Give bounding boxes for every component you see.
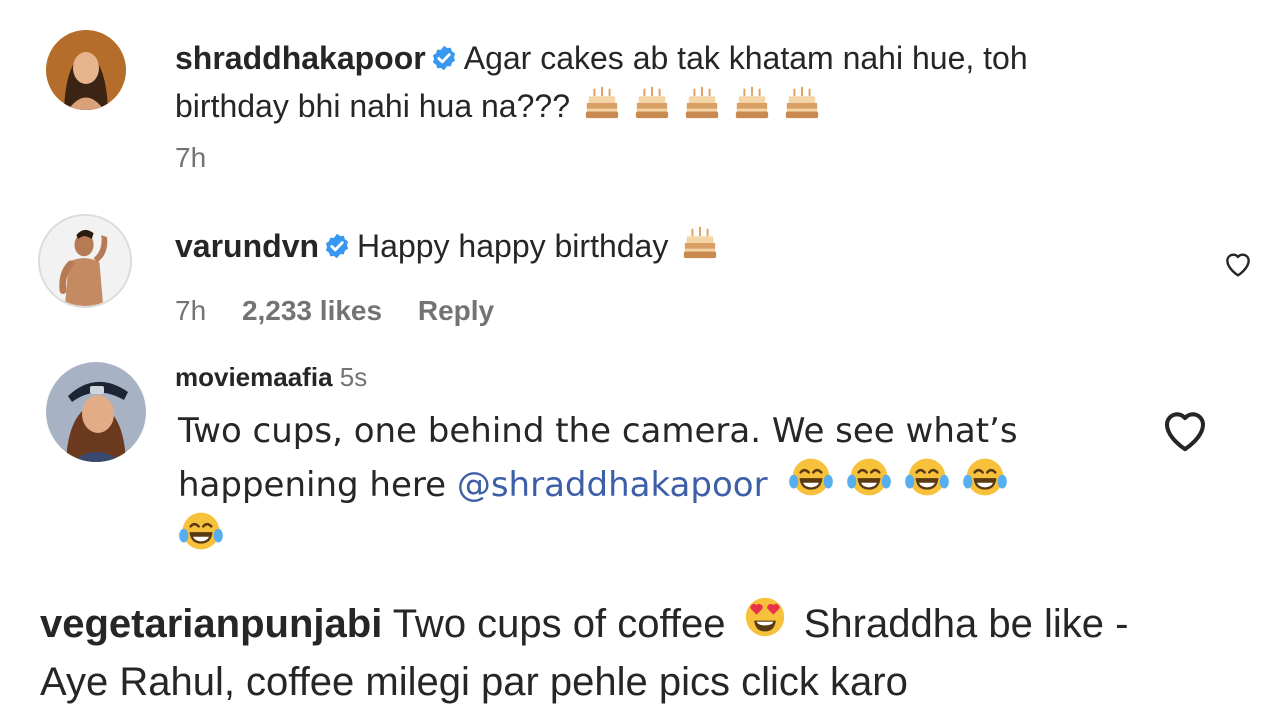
joy-emoji-icon bbox=[178, 508, 224, 554]
reply-button[interactable]: Reply bbox=[418, 295, 494, 326]
joy-emoji-icon bbox=[788, 454, 834, 500]
comment-text: Shraddha be like - bbox=[803, 602, 1129, 646]
comment-meta: 7h bbox=[175, 142, 234, 174]
mention-link[interactable]: @shraddhakapoor bbox=[457, 465, 768, 505]
verified-badge-icon bbox=[430, 44, 458, 72]
comment-text: happening here bbox=[178, 465, 447, 505]
comment-text: Agar cakes ab tak khatam nahi hue, toh bbox=[463, 40, 1028, 76]
avatar[interactable] bbox=[46, 30, 126, 110]
heart-eyes-emoji-icon bbox=[741, 593, 789, 641]
cake-emoji-icon bbox=[633, 83, 671, 121]
comment-varundvn: varundvn Happy happy birthday bbox=[175, 222, 1175, 270]
comment-username[interactable]: vegetarianpunjabi bbox=[40, 602, 382, 646]
comment-vegetarianpunjabi: vegetarianpunjabi Two cups of coffee Shr… bbox=[40, 593, 1260, 711]
like-heart-icon[interactable] bbox=[1158, 403, 1212, 457]
comment-time: 5s bbox=[339, 362, 368, 392]
comment-text: Two cups, one behind the camera. We see … bbox=[178, 411, 1018, 451]
comment-text: Two cups of coffee bbox=[392, 602, 726, 646]
comment-username[interactable]: shraddhakapoor bbox=[175, 40, 426, 76]
comment-meta: 7h 2,233 likes Reply bbox=[175, 295, 522, 327]
cake-emoji-icon bbox=[583, 83, 621, 121]
avatar[interactable] bbox=[46, 362, 146, 462]
likes-count[interactable]: 2,233 likes bbox=[242, 295, 382, 326]
like-heart-icon[interactable] bbox=[1222, 248, 1254, 280]
cake-emoji-icon bbox=[681, 223, 719, 261]
comment-shraddhakapoor: shraddhakapoor Agar cakes ab tak khatam n… bbox=[175, 34, 1175, 130]
comment-username[interactable]: moviemaafia bbox=[175, 362, 333, 392]
comment-username[interactable]: varundvn bbox=[175, 228, 319, 264]
comment-time: 7h bbox=[175, 142, 207, 173]
comment-time: 7h bbox=[175, 295, 207, 326]
comment-text: Aye Rahul, coffee milegi par pehle pics … bbox=[40, 660, 908, 704]
comment-text: birthday bhi nahi hua na??? bbox=[175, 88, 570, 124]
joy-emoji-icon bbox=[846, 454, 892, 500]
cake-emoji-icon bbox=[683, 83, 721, 121]
avatar[interactable] bbox=[38, 214, 132, 308]
cake-emoji-icon bbox=[733, 83, 771, 121]
cake-emoji-icon bbox=[783, 83, 821, 121]
comment-body: Two cups, one behind the camera. We see … bbox=[178, 408, 1138, 562]
joy-emoji-icon bbox=[962, 454, 1008, 500]
comment-text: Happy happy birthday bbox=[357, 228, 669, 264]
verified-badge-icon bbox=[323, 232, 351, 260]
comment-moviemaafia: moviemaafia 5s bbox=[175, 362, 1135, 392]
joy-emoji-icon bbox=[904, 454, 950, 500]
